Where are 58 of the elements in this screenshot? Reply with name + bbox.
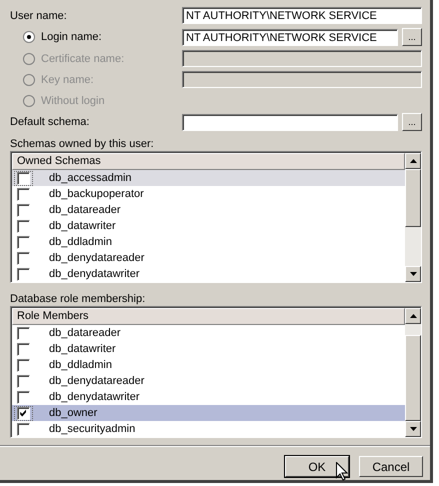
checkbox[interactable] <box>17 268 30 280</box>
up-arrow-icon <box>410 159 416 163</box>
role-name: db_backupoperator <box>49 188 144 200</box>
role-name: db_denydatawriter <box>49 391 140 403</box>
section-label: Database role membership: <box>10 292 146 306</box>
list-row[interactable]: db_backupoperator <box>12 186 405 202</box>
role-name: db_datawriter <box>49 220 116 232</box>
list-row[interactable]: db_ddladmin <box>12 357 405 373</box>
checkbox[interactable] <box>17 172 30 184</box>
role-name: db_datawriter <box>49 343 116 355</box>
list-row[interactable]: db_datawriter <box>12 218 405 234</box>
checkbox[interactable] <box>17 390 30 404</box>
list-row[interactable]: db_datawriter <box>12 341 405 357</box>
list-row[interactable]: db_owner <box>12 405 405 421</box>
default-schema-field[interactable] <box>182 114 398 130</box>
up-arrow-icon <box>410 314 416 318</box>
browse-button[interactable]: ... <box>402 28 422 46</box>
role-name: db_ddladmin <box>49 359 112 371</box>
role-name: db_denydatareader <box>49 375 144 387</box>
role-name: db_owner <box>49 407 98 419</box>
list-row[interactable]: db_accessadmin <box>12 170 405 186</box>
user-name-field[interactable]: NT AUTHORITY\NETWORK SERVICE <box>182 7 422 24</box>
checkbox[interactable] <box>17 406 30 420</box>
radio-label: Login name: <box>41 31 102 43</box>
section-label: Schemas owned by this user: <box>10 137 154 151</box>
radio-button[interactable] <box>23 31 35 43</box>
list-row[interactable]: db_datareader <box>12 202 405 218</box>
down-arrow-icon <box>410 427 416 431</box>
mouse-pointer-icon <box>336 462 348 481</box>
radio-label: Certificate name: <box>41 52 124 64</box>
role-name: db_securityadmin <box>49 423 136 435</box>
scrollbar[interactable] <box>405 153 421 282</box>
list-row[interactable]: db_denydatareader <box>12 250 405 266</box>
list-row[interactable]: db_denydatawriter <box>12 266 405 282</box>
radio-label: Without login <box>41 94 105 106</box>
list-row[interactable]: db_datareader <box>12 325 405 341</box>
dialog-button[interactable]: Cancel <box>359 456 423 477</box>
list-row[interactable]: db_securityadmin <box>12 421 405 437</box>
field-label: User name: <box>10 10 68 22</box>
role-name: db_denydatareader <box>49 252 144 264</box>
down-arrow-icon <box>410 272 416 276</box>
list-row[interactable]: db_ddladmin <box>12 234 405 250</box>
radio-label: Key name: <box>41 74 94 86</box>
role-name: db_datareader <box>49 327 121 339</box>
text-field[interactable]: NT AUTHORITY\NETWORK SERVICE <box>182 28 398 46</box>
column-header[interactable]: Owned Schemas <box>12 153 405 170</box>
role-name: db_denydatawriter <box>49 268 140 280</box>
checkbox[interactable] <box>17 422 30 436</box>
column-header[interactable]: Role Members <box>12 308 405 325</box>
role-name: db_accessadmin <box>49 172 132 184</box>
dialog-button[interactable]: OK <box>285 456 349 477</box>
role-name: db_ddladmin <box>49 236 112 248</box>
browse-button[interactable]: ... <box>402 113 422 131</box>
role-name: db_datareader <box>49 204 121 216</box>
scrollbar[interactable] <box>405 308 421 437</box>
list-row[interactable]: db_denydatareader <box>12 373 405 389</box>
field-label: Default schema: <box>10 116 90 128</box>
list-row[interactable]: db_denydatawriter <box>12 389 405 405</box>
